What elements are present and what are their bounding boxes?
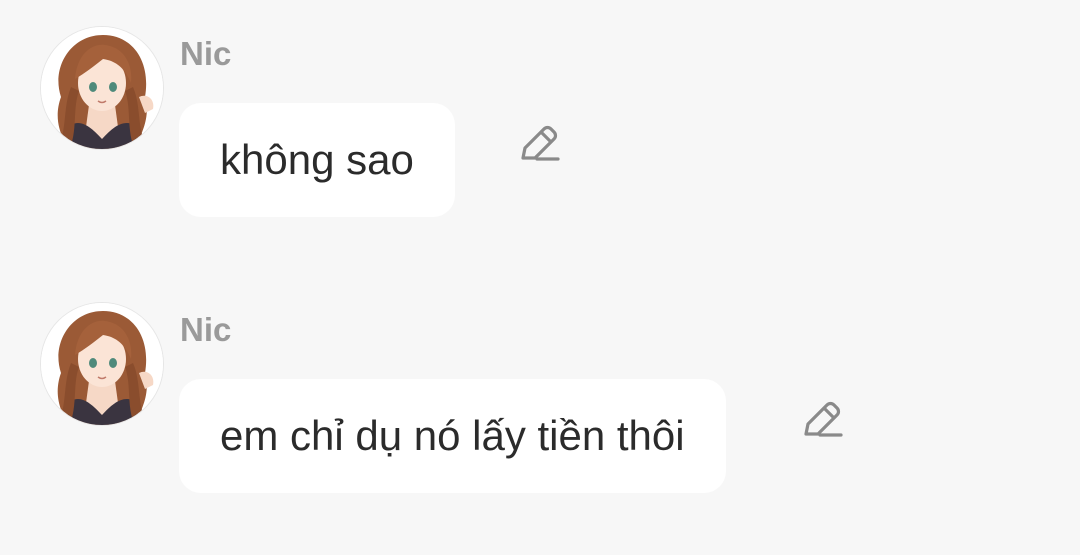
chat-thread: Nic không sao Nic em chỉ dụ nó lấy tiền … [0,0,1080,555]
avatar[interactable] [41,27,163,149]
sender-name: Nic [180,35,232,72]
anime-girl-avatar-icon [41,27,163,149]
message-bubble[interactable]: không sao [179,103,455,217]
avatar[interactable] [41,303,163,425]
pencil-edit-icon[interactable] [800,400,844,444]
chat-message: Nic không sao [0,0,1080,220]
anime-girl-avatar-icon [41,303,163,425]
message-bubble[interactable]: em chỉ dụ nó lấy tiền thôi [179,379,726,493]
sender-name: Nic [180,311,232,348]
pencil-edit-icon[interactable] [517,124,561,168]
chat-message: Nic em chỉ dụ nó lấy tiền thôi [0,276,1080,496]
